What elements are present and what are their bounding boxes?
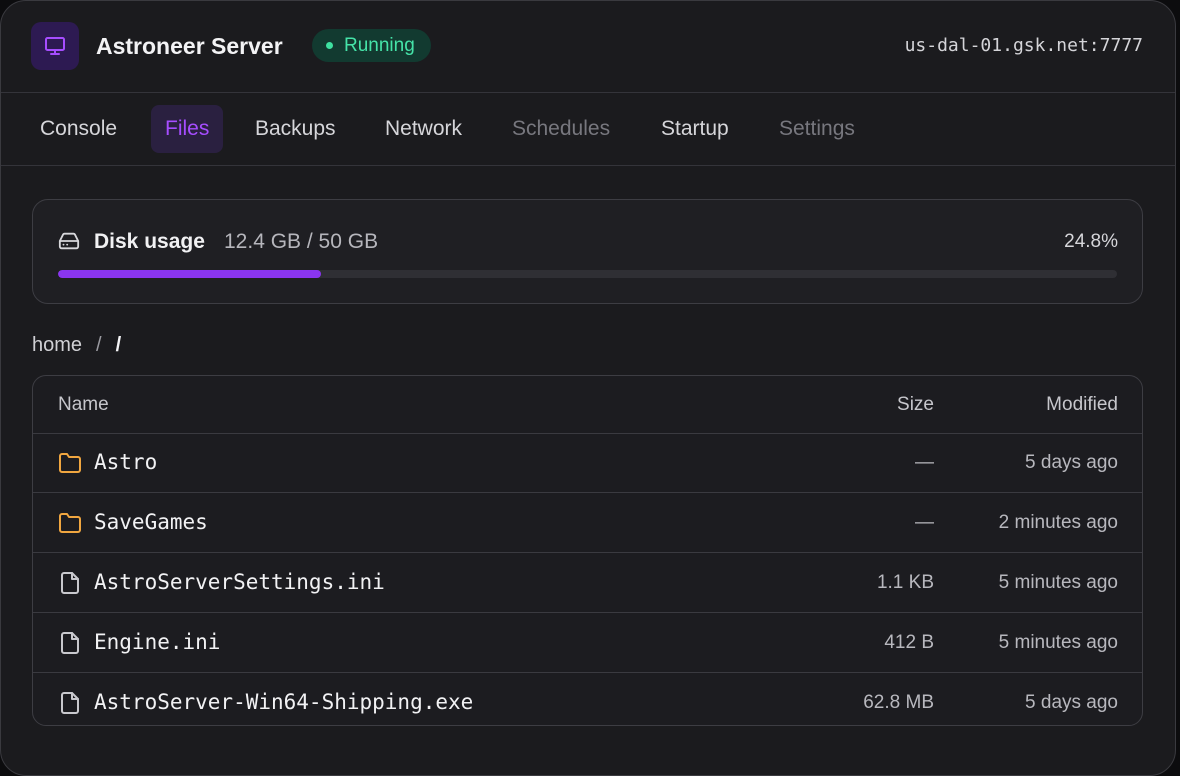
breadcrumb: home / / <box>32 331 121 359</box>
file-modified: 5 days ago <box>1025 692 1118 713</box>
disk-usage-progress-fill <box>58 270 321 278</box>
folder-icon <box>58 511 82 535</box>
breadcrumb-home[interactable]: home <box>32 331 82 359</box>
disk-usage-label: Disk usage <box>94 230 205 253</box>
table-row[interactable]: AstroServer-Win64-Shipping.exe 62.8 MB 5 d… <box>33 673 1142 725</box>
file-modified: 2 minutes ago <box>998 512 1118 533</box>
breadcrumb-current: / <box>115 334 122 356</box>
tab-network[interactable]: Network <box>385 105 462 153</box>
disk-usage-value: 12.4 GB / 50 GB <box>224 230 379 253</box>
file-modified: 5 days ago <box>1025 452 1118 473</box>
tab-backups[interactable]: Backups <box>255 105 336 153</box>
server-title: Astroneer Server <box>96 33 283 59</box>
status-dot-icon <box>326 42 333 49</box>
file-icon <box>58 691 82 715</box>
file-size: 412 B <box>884 632 934 653</box>
tab-startup[interactable]: Startup <box>661 105 729 153</box>
file-table: Name Size Modified Astro — 5 days ago SaveG… <box>32 375 1143 726</box>
tab-bar: Console Files Backups Network Schedules … <box>1 93 1175 166</box>
file-name[interactable]: AstroServerSettings.ini <box>94 567 385 597</box>
table-row[interactable]: AstroServerSettings.ini 1.1 KB 5 minutes a… <box>33 553 1142 613</box>
file-table-body: Astro — 5 days ago SaveGames — 2 minutes ago A… <box>33 433 1142 725</box>
server-panel-window: Astroneer Server Running us-dal-01.gsk.n… <box>0 0 1176 776</box>
file-size: 62.8 MB <box>863 692 934 713</box>
monitor-icon <box>31 22 79 70</box>
tab-console[interactable]: Console <box>40 105 117 153</box>
file-icon <box>58 571 82 595</box>
table-row[interactable]: Engine.ini 412 B 5 minutes ago <box>33 613 1142 673</box>
tab-settings[interactable]: Settings <box>779 105 855 153</box>
file-name[interactable]: Astro <box>94 447 157 477</box>
table-row[interactable]: Astro — 5 days ago <box>33 433 1142 493</box>
disk-usage-progress-track <box>58 270 1117 278</box>
status-text: Running <box>344 35 415 56</box>
file-name[interactable]: Engine.ini <box>94 627 220 657</box>
file-name[interactable]: SaveGames <box>94 507 208 537</box>
disk-usage-percent: 24.8% <box>1064 231 1118 252</box>
file-name[interactable]: AstroServer-Win64-Shipping.exe <box>94 687 473 717</box>
file-modified: 5 minutes ago <box>998 632 1118 653</box>
column-header-size[interactable]: Size <box>897 392 934 418</box>
file-size: — <box>915 452 934 473</box>
table-row[interactable]: SaveGames — 2 minutes ago <box>33 493 1142 553</box>
file-size: 1.1 KB <box>876 572 934 593</box>
file-modified: 5 minutes ago <box>998 572 1118 593</box>
column-header-name[interactable]: Name <box>58 392 109 418</box>
breadcrumb-separator: / <box>96 334 102 356</box>
server-header: Astroneer Server Running us-dal-01.gsk.n… <box>1 1 1175 93</box>
status-badge: Running <box>312 29 431 62</box>
file-icon <box>58 631 82 655</box>
disk-usage-card: Disk usage 12.4 GB / 50 GB 24.8% <box>32 199 1143 304</box>
file-size: — <box>915 512 934 533</box>
file-table-header: Name Size Modified <box>33 376 1142 434</box>
folder-icon <box>58 451 82 475</box>
tab-schedules[interactable]: Schedules <box>512 105 610 153</box>
hard-drive-icon <box>58 230 80 252</box>
tab-files[interactable]: Files <box>151 105 224 153</box>
column-header-modified[interactable]: Modified <box>1046 392 1118 418</box>
server-address[interactable]: us-dal-01.gsk.net:7777 <box>905 33 1143 59</box>
